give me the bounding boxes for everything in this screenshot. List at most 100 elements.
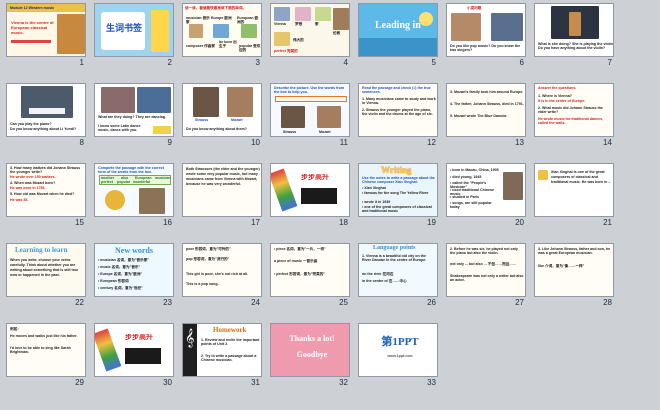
slide-number: 7 bbox=[607, 58, 612, 67]
slide-text: popular bbox=[117, 180, 131, 184]
slide-thumbnail-30[interactable]: 步步高升 bbox=[94, 323, 174, 377]
slide-number: 3 bbox=[255, 58, 260, 67]
slide-slot: 2. Before he was six, he played not only… bbox=[446, 243, 526, 307]
slide-text: be born 出生于 bbox=[219, 40, 237, 49]
slide-thumbnail-32[interactable]: Thanks a lot! Goodbye bbox=[270, 323, 350, 377]
slide-text: 伦敦 bbox=[333, 31, 341, 35]
slide-thumbnail-22[interactable]: Learning to learn When you write, choose… bbox=[6, 243, 86, 297]
slide-text: Strauss bbox=[195, 118, 209, 122]
slide-thumbnail-13[interactable]: 3. Mozart's family took him around Europ… bbox=[446, 83, 526, 137]
slide-text: 2. Try to write a passage about a Chines… bbox=[201, 354, 257, 363]
slide-text: 5. Mozart wrote The Blue Danube. bbox=[450, 114, 508, 118]
slide-text: perfect 完美的 bbox=[274, 49, 298, 53]
word-picture bbox=[333, 8, 349, 30]
slide-text: Mozart bbox=[231, 118, 243, 122]
slide-thumbnail-19[interactable]: Writing Use the notes to write a passage… bbox=[358, 163, 438, 217]
slide-text: Do you know anything about them? bbox=[186, 127, 247, 131]
slide-thumbnail-8[interactable]: Can you play the piano? Do you know anyt… bbox=[6, 83, 86, 137]
logo: 第1PPT bbox=[381, 336, 419, 348]
slide-number: 11 bbox=[339, 138, 348, 147]
slide-thumbnail-29[interactable]: 例如： He moves and walks just like his fat… bbox=[6, 323, 86, 377]
slide-thumbnail-5[interactable]: Leading in bbox=[358, 3, 438, 57]
slide-thumbnail-18[interactable]: 步步高升 bbox=[270, 163, 350, 217]
slide-text: • wrote it in 1939 bbox=[362, 200, 391, 204]
slide-number: 21 bbox=[603, 218, 612, 227]
word-picture bbox=[274, 32, 290, 46]
slide-slot: Both Strausses (the elder and the younge… bbox=[182, 163, 262, 227]
decor-sun bbox=[419, 12, 433, 26]
slide-number: 1 bbox=[79, 58, 84, 67]
slide-thumbnail-7[interactable]: What is she doing? She is playing the vi… bbox=[534, 3, 614, 57]
slide-thumbnail-25[interactable]: • piece 名词，意为"一片，一块" a piece of music 一首… bbox=[270, 243, 350, 297]
slide-thumbnail-20[interactable]: • born in Macau, China, 1905 • died youn… bbox=[446, 163, 526, 217]
slide-slot: 生词书签 2 bbox=[94, 3, 174, 67]
slide-thumbnail-6[interactable]: 小提问题 Do you like pop music? Do you know … bbox=[446, 3, 526, 57]
slide-slot: Can you play the piano? Do you know anyt… bbox=[6, 83, 86, 147]
slide-thumbnail-23[interactable]: New words • musician 名词，意为"音乐家" • music … bbox=[94, 243, 174, 297]
slide-slot: What are they doing? They are dancing. I… bbox=[94, 83, 174, 147]
slide-thumbnail-27[interactable]: 2. Before he was six, he played not only… bbox=[446, 243, 526, 297]
pencil-decor bbox=[95, 328, 122, 372]
slide-thumbnail-17[interactable]: Both Strausses (the elder and the younge… bbox=[182, 163, 262, 217]
slide-thumbnail-3[interactable]: 读一读，看谁最快最准读下面的单词。 musician 音乐家 Europe 欧洲… bbox=[182, 3, 262, 57]
slide-title: Writing bbox=[381, 165, 412, 175]
slide-thumbnail-9[interactable]: What are they doing? They are dancing. I… bbox=[94, 83, 174, 137]
slide-text: Use the notes to write a passage about t… bbox=[362, 176, 435, 185]
slide-slot: Writing Use the notes to write a passage… bbox=[358, 163, 438, 227]
slide-title: 步步高升 bbox=[125, 334, 153, 341]
slide-thumbnail-28[interactable]: 3. Like Johann Strauss, father and son, … bbox=[534, 243, 614, 297]
slide-text: 4. The father, Johann Strauss, died in 1… bbox=[450, 102, 524, 106]
slide-number: 25 bbox=[339, 298, 348, 307]
slide-text: • perfect 形容词，意为"完美的" bbox=[274, 272, 325, 276]
slide-thumbnail-16[interactable]: Complete the passage with the correct fo… bbox=[94, 163, 174, 217]
slide-text: 例如： bbox=[10, 327, 21, 331]
slide-thumbnail-4[interactable]: Vienna 梦想 家 伦敦 伟大的 perfect 完美的 bbox=[270, 3, 350, 57]
label-box bbox=[153, 126, 171, 134]
slide-text: Vienna bbox=[274, 22, 286, 26]
slide-number: 15 bbox=[75, 218, 84, 227]
slide-thumbnail-24[interactable]: poor 形容词，意为"可怜的" pop 形容词，意为"流行的" This gi… bbox=[182, 243, 262, 297]
slide-thumbnail-31[interactable]: 𝄞 Homework 1. Review and recite the impo… bbox=[182, 323, 262, 377]
slide-text: • Xian Xinghai bbox=[362, 186, 386, 190]
slide-number: 24 bbox=[251, 298, 260, 307]
slide-text: in the centre of 在……中心 bbox=[362, 279, 407, 283]
mozart-portrait bbox=[227, 87, 253, 117]
slide-text: • famous for the song The Yellow River bbox=[362, 191, 429, 195]
slide-text: Xian Xinghai is one of the great compose… bbox=[551, 170, 612, 184]
slide-number: 17 bbox=[251, 218, 260, 227]
slide-text: 梦想 bbox=[295, 22, 303, 26]
slide-text: 1. Many musicians came to study and work… bbox=[362, 97, 436, 106]
slide-text: 2. Before he was six, he played not only… bbox=[450, 247, 518, 256]
coin-picture bbox=[105, 190, 125, 210]
slide-thumbnail-21[interactable]: Xian Xinghai is one of the great compose… bbox=[534, 163, 614, 217]
slide-thumbnail-26[interactable]: Language points 1. Vienna is a beautiful… bbox=[358, 243, 438, 297]
slide-text: • died young, 1945 bbox=[450, 175, 482, 179]
slide-text: www.1ppt.com bbox=[387, 354, 413, 358]
slide-text: 1. Review and recite the important point… bbox=[201, 338, 260, 347]
slide-text: Answer the questions. bbox=[538, 86, 577, 90]
word-picture bbox=[241, 24, 257, 38]
slide-text: This is a pop song. bbox=[186, 282, 219, 286]
slide-number: 4 bbox=[343, 58, 348, 67]
slide-number: 20 bbox=[515, 218, 524, 227]
slide-thumbnail-12[interactable]: Read the passage and check (√) the true … bbox=[358, 83, 438, 137]
slide-sorter: Module 12 Western music Vienna is the ce… bbox=[0, 0, 660, 410]
word-box bbox=[275, 96, 347, 102]
slide-thumbnail-11[interactable]: Describe the picture. Use the words from… bbox=[270, 83, 350, 137]
slide-text: not only ... but also ... 不但……而且…… bbox=[450, 262, 517, 266]
slide-number: 26 bbox=[427, 298, 436, 307]
slide-title: New words bbox=[115, 246, 153, 255]
slide-thumbnail-2[interactable]: 生词书签 bbox=[94, 3, 174, 57]
slide-title: Language points bbox=[373, 245, 416, 251]
slide-number: 8 bbox=[79, 138, 84, 147]
slide-text: wonderful bbox=[133, 180, 151, 184]
slide-thumbnail-14[interactable]: Answer the questions. 1. Where is Vienna… bbox=[534, 83, 614, 137]
slide-text: Module 12 Western music bbox=[10, 6, 55, 10]
strauss-portrait bbox=[281, 106, 305, 128]
slide-thumbnail-10[interactable]: Strauss Mozart Do you know anything abou… bbox=[182, 83, 262, 137]
slide-thumbnail-33[interactable]: 第1PPT www.1ppt.com bbox=[358, 323, 438, 377]
word-picture bbox=[295, 7, 311, 21]
slide-text: 5. How old was Mozart when he died? bbox=[10, 192, 75, 196]
slide-thumbnail-1[interactable]: Module 12 Western music Vienna is the ce… bbox=[6, 3, 86, 57]
slide-thumbnail-15[interactable]: 3. How many waltzes did Johann Strauss t… bbox=[6, 163, 86, 217]
